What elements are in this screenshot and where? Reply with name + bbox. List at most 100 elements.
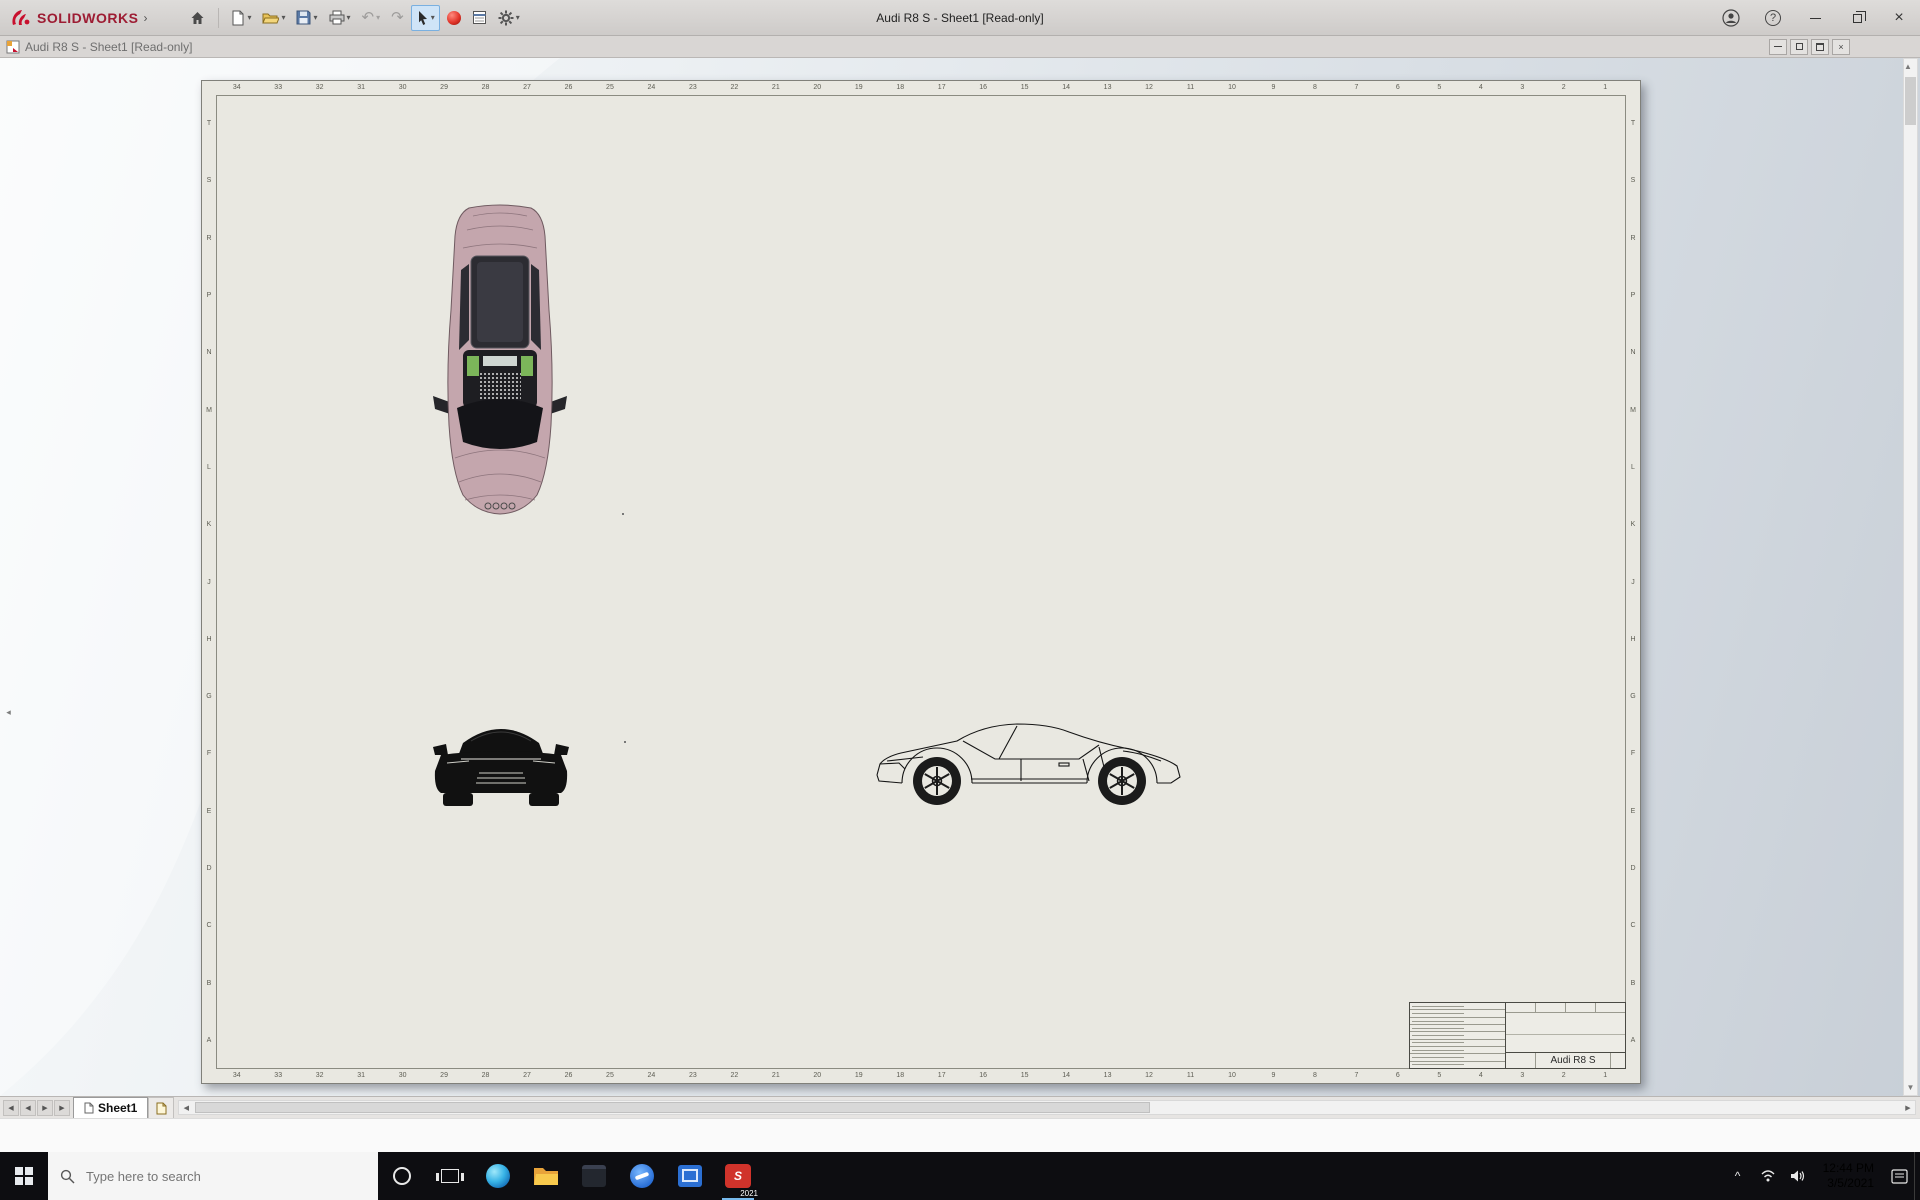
vertical-scrollbar-thumb[interactable] [1905, 77, 1916, 125]
dropdown-caret-icon[interactable]: ▾ [281, 13, 285, 22]
edge-button[interactable] [474, 1152, 522, 1200]
close-button[interactable]: × [1878, 0, 1920, 36]
zone-letter: C [206, 922, 212, 930]
clock-date: 3/5/2021 [1827, 1176, 1874, 1190]
title-block: Audi R8 S [1409, 1002, 1626, 1069]
next-sheet-button[interactable]: ▶ [37, 1099, 53, 1116]
open-button[interactable]: ▾ [258, 5, 289, 31]
options-button[interactable]: ▾ [494, 5, 524, 31]
scroll-right-button[interactable]: ▶ [1901, 1104, 1915, 1112]
appearance-button[interactable] [443, 5, 465, 31]
brand-expand-icon[interactable]: › [143, 11, 147, 25]
minimize-button[interactable] [1794, 0, 1836, 36]
zone-number: 30 [398, 84, 407, 91]
print-button[interactable]: ▾ [325, 5, 355, 31]
zone-letter: S [1630, 177, 1636, 185]
add-sheet-tab[interactable] [148, 1097, 175, 1118]
search-input[interactable] [48, 1152, 378, 1200]
drawing-view-top[interactable] [427, 200, 573, 518]
scroll-left-button[interactable]: ◀ [179, 1104, 193, 1112]
solidworks-app-button[interactable]: S 2021 [714, 1152, 762, 1200]
zone-number: 15 [1020, 1072, 1029, 1079]
zone-letter: K [206, 521, 212, 529]
zone-number: 8 [1312, 84, 1317, 91]
task-view-button[interactable] [426, 1152, 474, 1200]
solidworks-logo-icon [12, 9, 30, 25]
view-origin-dot [624, 741, 626, 743]
new-document-button[interactable]: ▾ [227, 5, 255, 31]
zone-number: 21 [771, 1072, 780, 1079]
scroll-up-button[interactable]: ▲ [1904, 59, 1912, 74]
dropdown-caret-icon[interactable]: ▾ [516, 13, 520, 22]
network-button[interactable] [1753, 1152, 1783, 1200]
sheet-properties-button[interactable] [468, 5, 491, 31]
file-explorer-icon [534, 1168, 558, 1185]
view-origin-dot [622, 513, 624, 515]
zone-number: 28 [481, 1072, 490, 1079]
first-sheet-button[interactable]: ◀ [3, 1099, 19, 1116]
volume-button[interactable] [1783, 1152, 1813, 1200]
doc-minimize-button[interactable] [1769, 38, 1787, 55]
collapse-arrow-icon: ◂ [6, 706, 11, 717]
vertical-scrollbar[interactable]: ▲ ▼ [1903, 58, 1918, 1096]
scroll-down-button[interactable]: ▼ [1904, 1080, 1917, 1095]
minimize-icon [1809, 17, 1821, 19]
horizontal-scrollbar[interactable]: ◀ ▶ [178, 1100, 1916, 1115]
previous-sheet-button[interactable]: ◀ [20, 1099, 36, 1116]
search-icon [60, 1169, 75, 1183]
quick-access-toolbar: ▾ ▾ ▾ ▾ ↶ ▾ ↷ ▾ ▾ [185, 4, 524, 31]
feature-panel-toggle[interactable]: ◂ [2, 698, 15, 726]
drawing-sheet[interactable]: 34 33 32 31 30 29 28 27 26 25 24 23 22 21 20 19 18 17 16 15… [201, 80, 1641, 1084]
help-button[interactable]: ? [1752, 0, 1794, 36]
tab-sheet1[interactable]: Sheet1 [73, 1097, 149, 1118]
console-app-button[interactable] [570, 1152, 618, 1200]
zone-letter: B [206, 979, 212, 987]
dropdown-caret-icon[interactable]: ▾ [247, 13, 251, 22]
restore-button[interactable] [1836, 0, 1878, 36]
action-center-icon [1890, 1168, 1908, 1184]
taskbar-clock[interactable]: 12:44 PM 3/5/2021 [1813, 1152, 1884, 1200]
select-tool-button[interactable]: ▾ [410, 4, 440, 31]
zone-number: 31 [357, 1072, 366, 1079]
zone-number: 13 [1103, 1072, 1112, 1079]
horizontal-scrollbar-thumb[interactable] [195, 1102, 1150, 1113]
select-cursor-icon [418, 10, 427, 25]
home-button[interactable] [185, 5, 210, 31]
last-sheet-button[interactable]: ▶ [54, 1099, 70, 1116]
save-button[interactable]: ▾ [292, 5, 321, 31]
taskbar-search[interactable] [48, 1152, 378, 1200]
doc-close-button[interactable]: × [1832, 38, 1850, 55]
cortana-button[interactable] [378, 1152, 426, 1200]
file-explorer-button[interactable] [522, 1152, 570, 1200]
title-block-main: Audi R8 S [1506, 1003, 1625, 1068]
dropdown-caret-icon[interactable]: ▾ [376, 13, 380, 22]
dropdown-caret-icon[interactable]: ▾ [347, 13, 351, 22]
zone-number: 23 [688, 1072, 697, 1079]
zone-number: 3 [1520, 1072, 1525, 1079]
zone-number: 6 [1395, 1072, 1400, 1079]
title-block-name-row: Audi R8 S [1506, 1052, 1625, 1068]
tray-expand-button[interactable]: ^ [1723, 1152, 1753, 1200]
dropdown-caret-icon[interactable]: ▾ [313, 13, 317, 22]
doc-restore-button[interactable] [1790, 38, 1808, 55]
doc-maximize-button[interactable] [1811, 38, 1829, 55]
zone-letter: N [1630, 349, 1636, 357]
drawing-view-side[interactable] [871, 717, 1189, 809]
dropdown-caret-icon[interactable]: ▾ [431, 13, 435, 22]
zone-letter: E [206, 807, 212, 815]
zone-number: 17 [937, 84, 946, 91]
zone-number: 33 [274, 84, 283, 91]
action-center-button[interactable] [1884, 1152, 1914, 1200]
redo-button[interactable]: ↷ [387, 5, 408, 31]
show-desktop-button[interactable] [1914, 1152, 1920, 1200]
zone-letter: T [1630, 120, 1636, 128]
graphics-area[interactable]: ◂ 34 33 32 31 30 29 28 27 26 25 24 23 22 21 20 19 18 17 16… [0, 58, 1920, 1096]
edrawings-button[interactable] [666, 1152, 714, 1200]
3dexperience-button[interactable] [618, 1152, 666, 1200]
zone-letter: R [1630, 234, 1636, 242]
undo-button[interactable]: ↶ ▾ [358, 5, 385, 31]
start-button[interactable] [0, 1152, 48, 1200]
drawing-view-front[interactable] [431, 711, 571, 808]
account-button[interactable] [1710, 0, 1752, 36]
help-icon: ? [1765, 10, 1781, 26]
